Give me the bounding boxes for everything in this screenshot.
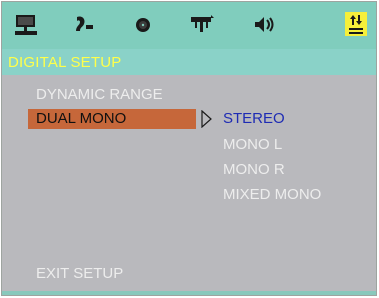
speaker-icon[interactable] — [251, 14, 277, 36]
monitor-icon[interactable] — [13, 14, 39, 36]
title-bar: DIGITAL SETUP — [2, 49, 376, 75]
option-mono-r[interactable]: MONO R — [223, 161, 285, 178]
option-mono-l[interactable]: MONO L — [223, 136, 282, 153]
menu-item-dual-mono[interactable]: DUAL MONO — [28, 109, 196, 129]
submenu-arrow-icon — [201, 109, 212, 133]
option-mixed-mono[interactable]: MIXED MONO — [223, 186, 321, 203]
exit-setup-item[interactable]: EXIT SETUP — [36, 265, 123, 282]
disc-icon[interactable] — [130, 14, 156, 36]
video-connector-icon[interactable] — [189, 14, 215, 36]
bottom-band — [2, 291, 376, 295]
menu-item-dynamic-range[interactable]: DYNAMIC RANGE — [36, 86, 163, 103]
audio-language-icon[interactable] — [70, 14, 96, 36]
setup-menu-window: DIGITAL SETUP DYNAMIC RANGE DUAL MONO ST… — [1, 1, 377, 296]
digital-setup-icon[interactable] — [345, 12, 367, 36]
page-title: DIGITAL SETUP — [8, 54, 122, 71]
option-stereo[interactable]: STEREO — [223, 110, 285, 127]
setup-category-bar — [2, 2, 376, 49]
